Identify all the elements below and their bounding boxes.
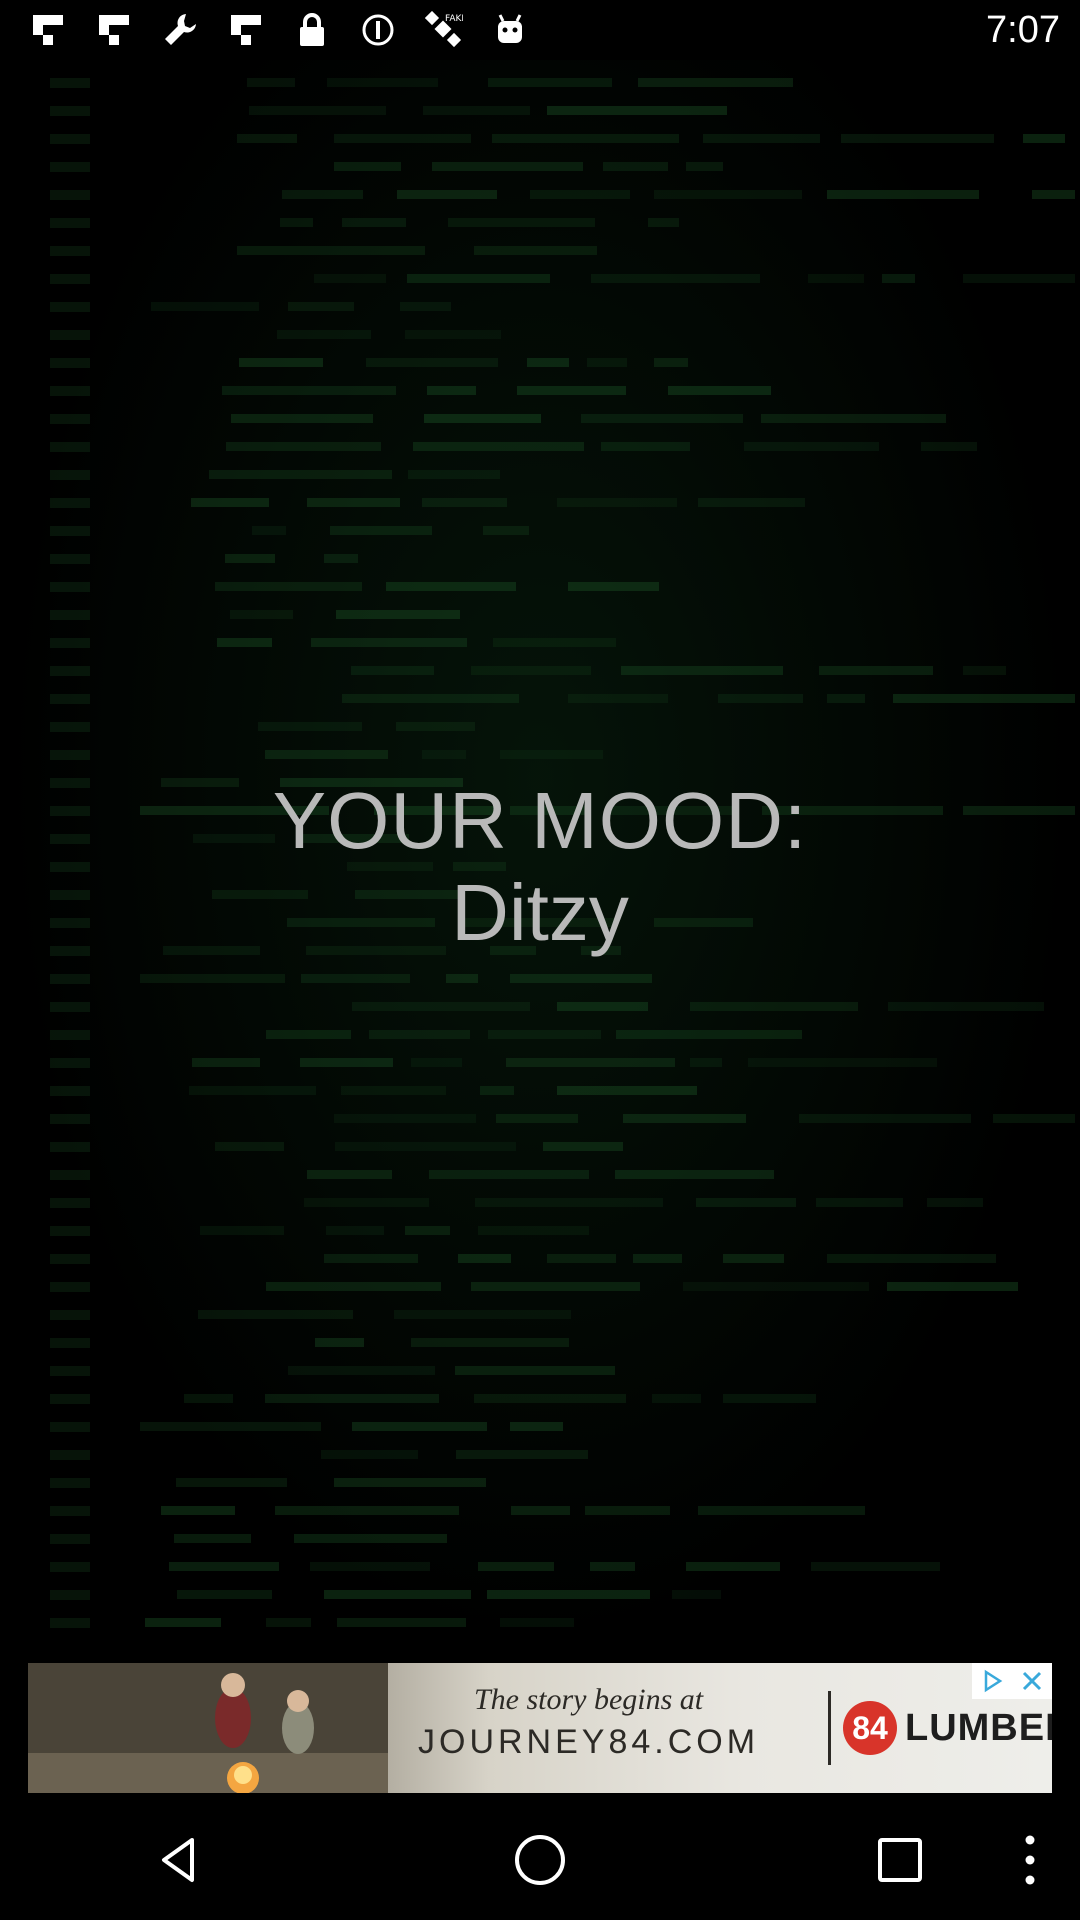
android-icon (490, 10, 530, 50)
lock-icon (292, 10, 332, 50)
ad-logo-badge: 84 (843, 1701, 897, 1755)
flipboard-icon (94, 10, 134, 50)
mood-result: YOUR MOOD: Ditzy (0, 775, 1080, 959)
ad-logo: 84 LUMBER (843, 1701, 1052, 1755)
ad-tagline: The story begins at (473, 1683, 704, 1716)
ad-logo-text: LUMBER (905, 1706, 1052, 1749)
status-right: 7:07 (986, 9, 1080, 52)
recents-icon[interactable] (840, 1800, 960, 1920)
satellite-icon: FAKE (424, 10, 464, 50)
flipboard-icon (226, 10, 266, 50)
info-icon (358, 10, 398, 50)
navigation-bar (0, 1800, 1080, 1920)
mood-title: YOUR MOOD: (272, 776, 808, 865)
mood-value: Ditzy (451, 868, 629, 957)
screen: FAKE 7:07 YOUR MOOD: Ditzy (0, 0, 1080, 1920)
ad-choices-icon[interactable] (972, 1663, 1012, 1699)
notification-icons: FAKE (0, 10, 530, 50)
flipboard-icon (28, 10, 68, 50)
ad-url: JOURNEY84.COM (418, 1723, 760, 1761)
ad-banner[interactable]: The story begins at JOURNEY84.COM 84 LUM… (28, 1663, 1052, 1793)
status-bar: FAKE 7:07 (0, 0, 1080, 60)
ad-photo (28, 1663, 388, 1793)
ad-divider (828, 1691, 831, 1765)
ad-close-icon[interactable] (1012, 1663, 1052, 1699)
back-icon[interactable] (120, 1800, 240, 1920)
mood-screen: YOUR MOOD: Ditzy (0, 60, 1080, 1655)
svg-text:FAKE: FAKE (445, 14, 463, 24)
menu-icon[interactable] (990, 1800, 1070, 1920)
wrench-icon (160, 10, 200, 50)
home-icon[interactable] (480, 1800, 600, 1920)
clock: 7:07 (986, 8, 1060, 51)
ad-text: The story begins at JOURNEY84.COM (418, 1683, 759, 1762)
